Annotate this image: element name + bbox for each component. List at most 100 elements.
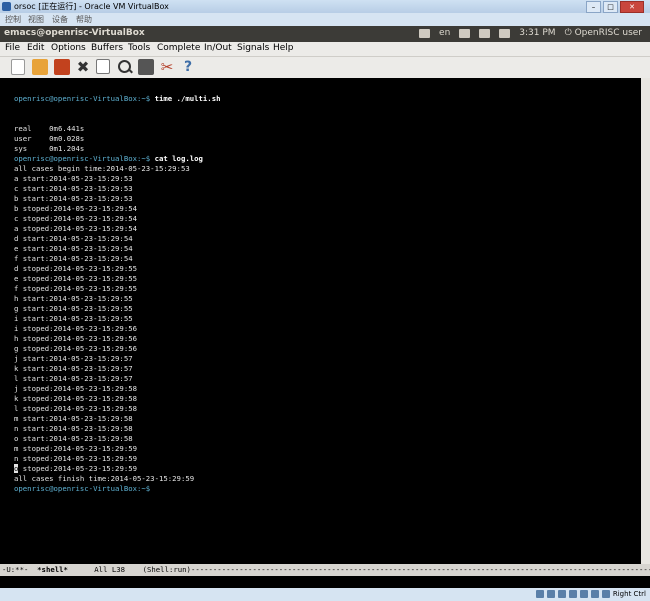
menu-edit[interactable]: Edit	[27, 43, 44, 53]
log-line: g stoped:2014-05-23-15:29:56	[14, 344, 138, 353]
network-adapter-icon[interactable]	[579, 590, 588, 598]
search-icon[interactable]	[117, 59, 133, 75]
menu-options[interactable]: Options	[51, 43, 86, 53]
menu-signals[interactable]: Signals	[237, 43, 269, 53]
new-file-icon[interactable]	[11, 59, 25, 75]
preferences-icon[interactable]: ✂	[159, 59, 175, 75]
mouse-integration-icon[interactable]	[601, 590, 610, 598]
clock[interactable]: 3:31 PM	[519, 28, 555, 38]
log-line: c stoped:2014-05-23-15:29:54	[14, 214, 138, 223]
terminal-line: all cases finish time:2014-05-23-15:29:5…	[14, 474, 195, 483]
menu-file[interactable]: File	[5, 43, 20, 53]
help-icon[interactable]: ?	[180, 59, 196, 75]
host-key-label: Right Ctrl	[612, 590, 646, 598]
log-line: k stoped:2014-05-23-15:29:58	[14, 394, 138, 403]
modeline-position: All L38	[67, 565, 143, 574]
menu-complete[interactable]: Complete	[157, 43, 200, 53]
shell-buffer[interactable]: openrisc@openrisc-VirtualBox:~$ time ./m…	[0, 78, 641, 564]
hdd-icon[interactable]	[535, 590, 544, 598]
minimize-button[interactable]: –	[586, 1, 601, 13]
terminal-line: openrisc@openrisc-VirtualBox:~$ cat log.…	[14, 154, 641, 164]
keyboard-icon[interactable]	[419, 28, 431, 38]
terminal-line: o stoped:2014-05-23-15:29:59	[14, 464, 641, 474]
vbox-menu-control[interactable]: 控制	[5, 14, 21, 25]
network-icon[interactable]	[479, 28, 491, 38]
window-controls: – □ ✕	[586, 1, 644, 13]
log-line: b stoped:2014-05-23-15:29:54	[14, 204, 138, 213]
log-line: l start:2014-05-23-15:29:57	[14, 374, 133, 383]
mode-line: -U:**- *shell* All L38 (Shell:run)------…	[0, 564, 650, 576]
log-line: i stoped:2014-05-23-15:29:56	[14, 324, 138, 333]
modeline-fill: ----------------------------------------…	[190, 565, 650, 574]
vbox-menu-help[interactable]: 帮助	[76, 14, 92, 25]
terminal-line-text: stoped:2014-05-23-15:29:59	[18, 464, 138, 473]
virtualbox-title-bar: orsoc [正在运行] - Oracle VM VirtualBox – □ …	[0, 0, 650, 13]
menu-in-out[interactable]: In/Out	[204, 43, 232, 53]
log-line: i start:2014-05-23-15:29:55	[14, 314, 133, 323]
volume-icon[interactable]	[499, 28, 511, 38]
cd-icon[interactable]	[546, 590, 555, 598]
maximize-button[interactable]: □	[603, 1, 618, 13]
close-button[interactable]: ✕	[620, 1, 644, 13]
open-folder-icon[interactable]	[32, 59, 48, 75]
terminal-line: all cases begin time:2014-05-23-15:29:53	[14, 164, 190, 173]
user-menu[interactable]: ⏻ OpenRISC user	[565, 28, 642, 38]
log-line: h stoped:2014-05-23-15:29:56	[14, 334, 138, 343]
log-line: j stoped:2014-05-23-15:29:58	[14, 384, 138, 393]
modeline-status: -U:**-	[2, 565, 38, 574]
active-app-name: emacs@openrisc-VirtualBox	[4, 28, 145, 38]
terminal-line: real 0m6.441s	[14, 124, 85, 133]
guest-top-panel: emacs@openrisc-VirtualBox en 3:31 PM ⏻ O…	[0, 26, 650, 42]
copy-icon[interactable]	[96, 59, 110, 74]
log-line: d start:2014-05-23-15:29:54	[14, 234, 133, 243]
terminal-line: openrisc@openrisc-VirtualBox:~$ time ./m…	[14, 94, 641, 104]
terminal-line: openrisc@openrisc-VirtualBox:~$	[14, 484, 641, 494]
log-line: a stoped:2014-05-23-15:29:54	[14, 224, 138, 233]
close-icon[interactable]: ✖	[75, 59, 91, 75]
shell-prompt: openrisc@openrisc-VirtualBox:~$	[14, 154, 151, 163]
log-line: m stoped:2014-05-23-15:29:59	[14, 444, 138, 453]
log-line: b start:2014-05-23-15:29:53	[14, 194, 133, 203]
modeline-mode[interactable]: (Shell:run)	[143, 565, 191, 574]
emacs-menu-bar: File Edit Options Buffers Tools Complete…	[0, 42, 650, 57]
log-line: c start:2014-05-23-15:29:53	[14, 184, 133, 193]
status-icons: Right Ctrl	[535, 590, 646, 598]
shell-command: cat log.log	[154, 154, 203, 163]
power-icon: ⏻	[564, 28, 572, 38]
display-icon[interactable]	[590, 590, 599, 598]
keyboard-layout[interactable]: en	[439, 28, 450, 38]
log-line: n start:2014-05-23-15:29:58	[14, 424, 133, 433]
virtualbox-status-bar: Right Ctrl	[0, 588, 650, 601]
vbox-menu-view[interactable]: 视图	[28, 14, 44, 25]
virtualbox-menu-bar: 控制 视图 设备 帮助	[0, 13, 650, 26]
log-line: k start:2014-05-23-15:29:57	[14, 364, 133, 373]
save-icon[interactable]	[54, 59, 70, 75]
system-tray: en 3:31 PM ⏻ OpenRISC user	[419, 28, 642, 38]
minibuffer[interactable]	[0, 576, 650, 588]
log-line: e start:2014-05-23-15:29:54	[14, 244, 133, 253]
shell-prompt: openrisc@openrisc-VirtualBox:~$	[14, 94, 151, 103]
log-line: f start:2014-05-23-15:29:54	[14, 254, 133, 263]
mail-icon[interactable]	[459, 28, 471, 38]
shared-folder-icon[interactable]	[568, 590, 577, 598]
shell-prompt: openrisc@openrisc-VirtualBox:~$	[14, 484, 151, 493]
log-line: l stoped:2014-05-23-15:29:58	[14, 404, 138, 413]
menu-tools[interactable]: Tools	[128, 43, 150, 53]
log-line: n stoped:2014-05-23-15:29:59	[14, 454, 138, 463]
shell-command: time ./multi.sh	[154, 94, 221, 103]
vbox-menu-devices[interactable]: 设备	[52, 14, 68, 25]
log-line: a start:2014-05-23-15:29:53	[14, 174, 133, 183]
menu-buffers[interactable]: Buffers	[91, 43, 123, 53]
virtualbox-app-icon	[2, 2, 11, 11]
log-line: f stoped:2014-05-23-15:29:55	[14, 284, 138, 293]
print-icon[interactable]	[138, 59, 154, 75]
user-name: OpenRISC user	[574, 28, 642, 38]
window-title: orsoc [正在运行] - Oracle VM VirtualBox	[14, 2, 169, 11]
terminal-line: sys 0m1.204s	[14, 144, 85, 153]
usb-icon[interactable]	[557, 590, 566, 598]
vertical-scrollbar[interactable]	[641, 78, 650, 564]
modeline-buffer-name[interactable]: *shell*	[37, 565, 68, 574]
menu-help[interactable]: Help	[273, 43, 294, 53]
